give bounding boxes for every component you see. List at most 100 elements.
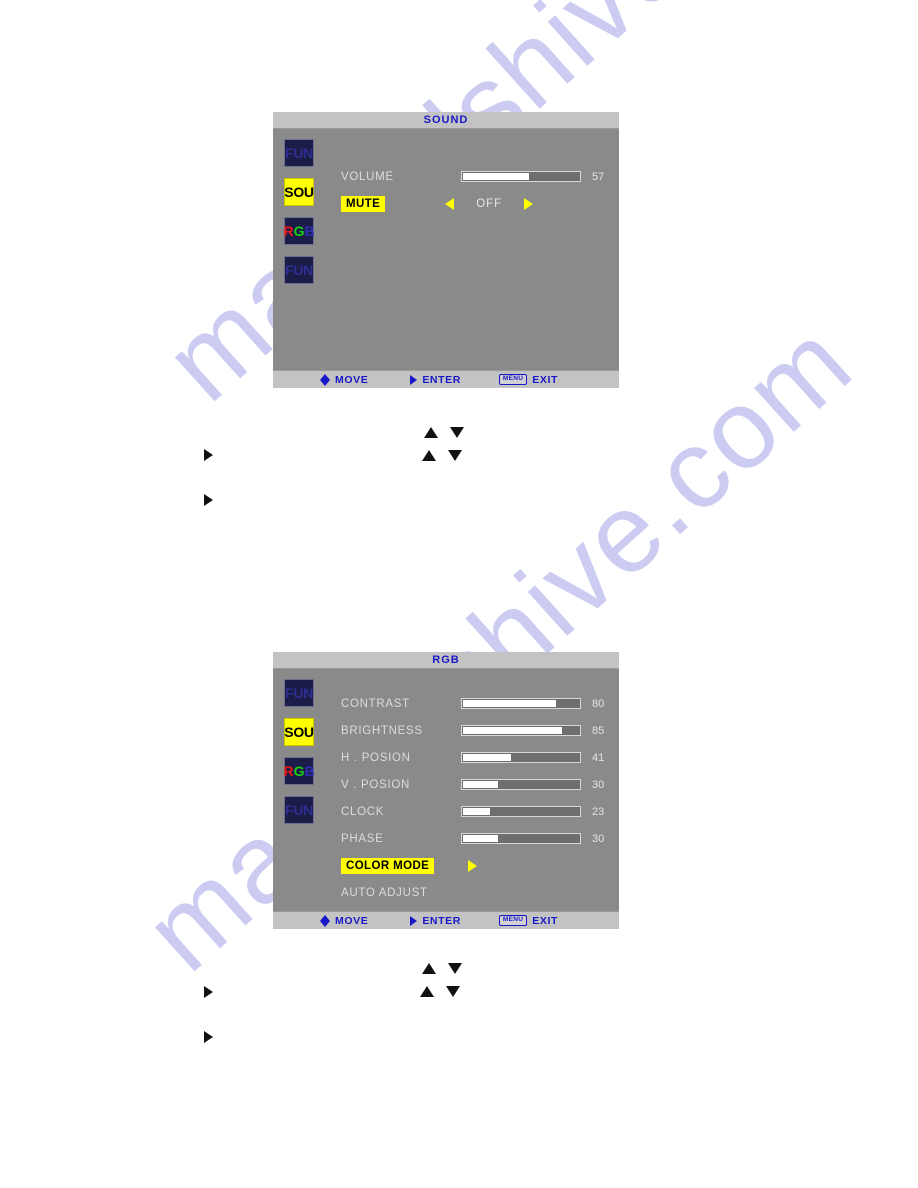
sound-panel-title: SOUND [273,112,619,129]
menu-row-clock-label: CLOCK [341,805,385,818]
menu-row-volume-label: VOLUME [341,170,394,183]
sidebar-icon-function-top-label: FUN [285,145,313,161]
sidebar-icon-rgb-letter-b: B [304,763,315,779]
right-arrow-icon [410,374,418,385]
footer-enter-label: ENTER [422,914,461,927]
contrast-slider[interactable] [461,698,581,709]
sidebar-icon-function-bottom[interactable]: FUN [284,796,314,824]
menu-row-phase[interactable]: PHASE 30 [341,825,609,852]
menu-row-color-mode-label: COLOR MODE [341,857,435,874]
rgb-panel-title: RGB [273,652,619,669]
menu-row-mute-label: MUTE [341,195,386,212]
color-mode-submenu-arrow-icon[interactable] [468,859,478,872]
brightness-slider-fill [463,727,562,734]
rgb-osd-panel: RGB FUN SOU RGB FUN CONTRAST 80 BRIGHTNE… [273,652,619,929]
h-position-slider[interactable] [461,752,581,763]
menu-row-v-position[interactable]: V . POSION 30 [341,771,609,798]
footer-exit[interactable]: MENU EXIT [498,914,559,927]
body-arrow-pair-3 [422,963,462,974]
sound-sidebar: FUN SOU RGB FUN [283,139,315,295]
menu-row-h-position[interactable]: H . POSION 41 [341,744,609,771]
sidebar-icon-rgb-letter-g: G [293,763,305,779]
bullet-triangle-icon [204,986,213,998]
menu-row-brightness-label: BRIGHTNESS [341,724,423,737]
menu-row-clock[interactable]: CLOCK 23 [341,798,609,825]
footer-move[interactable]: MOVE [320,914,369,927]
body-arrow-pair-2 [422,450,462,461]
bullet-triangle-icon [204,494,213,506]
clock-slider[interactable] [461,806,581,817]
sidebar-icon-function-bottom-label: FUN [285,262,313,278]
v-position-slider[interactable] [461,779,581,790]
menu-key-icon: MENU [498,915,528,926]
brightness-value: 85 [592,724,605,737]
clock-value: 23 [592,805,605,818]
contrast-slider-fill [463,700,556,707]
rgb-sidebar: FUN SOU RGB FUN [283,679,315,835]
phase-slider[interactable] [461,833,581,844]
menu-row-auto-adjust[interactable]: AUTO ADJUST [341,879,609,906]
menu-row-color-mode[interactable]: COLOR MODE [341,852,609,879]
sidebar-icon-rgb-letter-r: R [283,763,294,779]
menu-row-v-position-label: V . POSION [341,778,410,791]
body-bullet-1 [204,448,213,466]
menu-row-mute[interactable]: MUTE OFF [341,190,609,217]
menu-row-contrast-label: CONTRAST [341,697,410,710]
bullet-triangle-icon [204,1031,213,1043]
menu-row-volume[interactable]: VOLUME 57 [341,163,609,190]
brightness-slider[interactable] [461,725,581,736]
sidebar-icon-sound[interactable]: SOU [284,178,314,206]
sound-osd-panel: SOUND FUN SOU RGB FUN VOLUME 57 MUTE OFF… [273,112,619,388]
menu-row-phase-label: PHASE [341,832,384,845]
rgb-menu-rows: CONTRAST 80 BRIGHTNESS 85 H . POSION 41 [341,690,609,906]
body-bullet-2 [204,493,213,511]
h-position-value: 41 [592,751,605,764]
body-arrow-pair-1 [424,427,464,438]
footer-move-label: MOVE [335,373,369,386]
menu-row-brightness[interactable]: BRIGHTNESS 85 [341,717,609,744]
rgb-panel-body: FUN SOU RGB FUN CONTRAST 80 BRIGHTNESS 8… [273,669,619,911]
mute-decrease-arrow-icon[interactable] [445,197,455,210]
sidebar-icon-sound[interactable]: SOU [284,718,314,746]
menu-row-contrast[interactable]: CONTRAST 80 [341,690,609,717]
updown-arrow-icon [320,914,330,927]
footer-exit-label: EXIT [532,373,559,386]
footer-enter[interactable]: ENTER [410,915,461,927]
footer-move-label: MOVE [335,914,369,927]
sidebar-icon-function-top[interactable]: FUN [284,679,314,707]
sidebar-icon-rgb[interactable]: RGB [283,217,315,245]
sidebar-icon-rgb-letter-r: R [283,223,294,239]
volume-slider-fill [463,173,530,180]
sidebar-icon-function-bottom[interactable]: FUN [284,256,314,284]
volume-slider[interactable] [461,171,581,182]
contrast-value: 80 [592,697,605,710]
footer-exit[interactable]: MENU EXIT [498,373,559,386]
sidebar-icon-rgb-letter-g: G [293,223,305,239]
right-arrow-icon [410,915,418,926]
up-triangle-icon [420,986,434,997]
sound-panel-footer: MOVE ENTER MENU EXIT [273,370,619,388]
rgb-panel-footer: MOVE ENTER MENU EXIT [273,911,619,929]
sidebar-icon-rgb-letter-b: B [304,223,315,239]
down-triangle-icon [446,986,460,997]
h-position-slider-fill [463,754,511,761]
sidebar-icon-rgb[interactable]: RGB [283,757,315,785]
mute-increase-arrow-icon[interactable] [524,197,534,210]
footer-move[interactable]: MOVE [320,373,369,386]
footer-enter[interactable]: ENTER [410,374,461,386]
body-bullet-3 [204,985,213,1003]
sidebar-icon-function-top[interactable]: FUN [284,139,314,167]
footer-exit-label: EXIT [532,914,559,927]
phase-value: 30 [592,832,605,845]
up-triangle-icon [424,427,438,438]
menu-row-auto-adjust-label: AUTO ADJUST [341,886,428,899]
menu-key-icon: MENU [498,374,528,385]
volume-value: 57 [592,170,605,183]
body-bullet-4 [204,1030,213,1048]
down-triangle-icon [448,450,462,461]
down-triangle-icon [450,427,464,438]
sidebar-icon-function-bottom-label: FUN [285,802,313,818]
phase-slider-fill [463,835,498,842]
v-position-value: 30 [592,778,605,791]
body-arrow-pair-4 [420,986,460,997]
